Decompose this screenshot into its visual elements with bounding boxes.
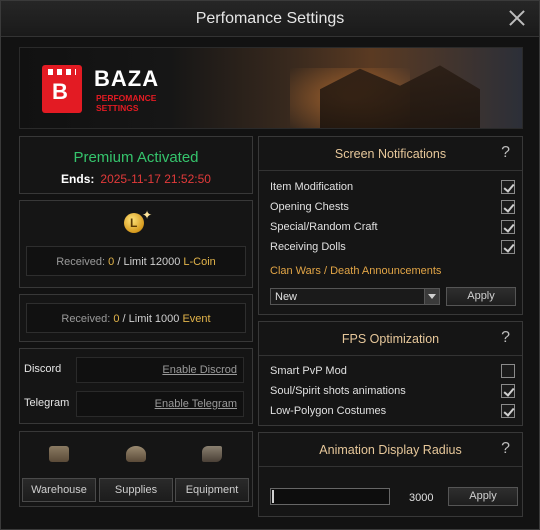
supplies-icon: [126, 446, 146, 462]
event-received: Received: 0 / Limit 1000 Event: [26, 303, 246, 333]
low-polygon-checkbox[interactable]: [501, 404, 515, 418]
option-label: Smart PvP Mod: [270, 365, 347, 377]
option-label: Item Modification: [270, 181, 354, 193]
chevron-down-icon[interactable]: [424, 289, 439, 304]
telegram-box: Enable Telegram: [76, 391, 244, 417]
section-title: FPS Optimization: [341, 332, 440, 346]
warehouse-item: Warehouse: [22, 438, 96, 504]
close-icon[interactable]: [507, 8, 527, 28]
logo-icon: B: [42, 65, 82, 113]
equipment-button[interactable]: Equipment: [175, 478, 249, 502]
fps-optimization-panel: FPS Optimization ? Smart PvP Mod Soul/Sp…: [258, 321, 523, 426]
discord-row: Discord Enable Discrod: [20, 354, 252, 384]
event-panel: Received: 0 / Limit 1000 Event: [19, 294, 253, 342]
warehouse-button[interactable]: Warehouse: [22, 478, 96, 502]
section-header: FPS Optimization ?: [259, 322, 522, 356]
slider-thumb[interactable]: [272, 490, 274, 503]
premium-panel: Premium Activated Ends: 2025-11-17 21:52:…: [19, 136, 253, 194]
telegram-label: Telegram: [24, 397, 70, 409]
limit-text: / Limit 1000: [119, 313, 183, 325]
option-label: Opening Chests: [270, 201, 349, 213]
telegram-row: Telegram Enable Telegram: [20, 388, 252, 418]
apply-button[interactable]: Apply: [448, 487, 518, 506]
animation-radius-panel: Animation Display Radius ? 3000 Apply: [258, 432, 523, 517]
clan-wars-label: Clan Wars / Death Announcements: [270, 265, 442, 277]
l-coin-icon: L: [124, 213, 144, 233]
lcoin-panel: L ✦ Received: 0 / Limit 12000 L-Coin: [19, 200, 253, 288]
premium-ends: Ends: 2025-11-17 21:52:50: [20, 172, 252, 186]
premium-status: Premium Activated: [73, 149, 199, 166]
select-value: New: [275, 291, 298, 303]
settings-window: Perfomance Settings B BAZA PERFOMANCE SE…: [0, 0, 540, 530]
apply-button[interactable]: Apply: [446, 287, 516, 306]
received-label: Received:: [61, 313, 111, 325]
sparkle-icon: ✦: [142, 208, 153, 222]
section-title: Animation Display Radius: [319, 443, 462, 457]
received-label: Received:: [56, 256, 106, 268]
shots-animations-checkbox[interactable]: [501, 384, 515, 398]
equipment-item: Equipment: [175, 438, 249, 504]
limit-text: / Limit 12000: [114, 256, 184, 268]
social-panel: Discord Enable Discrod Telegram Enable T…: [19, 348, 253, 424]
smart-pvp-checkbox[interactable]: [501, 364, 515, 378]
section-header: Animation Display Radius ?: [259, 433, 522, 467]
lcoin-received: Received: 0 / Limit 12000 L-Coin: [26, 246, 246, 276]
radius-value: 3000: [409, 492, 434, 504]
equipment-icon: [202, 446, 222, 462]
ends-value: 2025-11-17 21:52:50: [100, 172, 211, 186]
logo-letter: B: [52, 79, 68, 104]
enable-telegram-link[interactable]: Enable Telegram: [155, 398, 237, 410]
option-row: Smart PvP Mod: [270, 363, 515, 381]
receiving-dolls-checkbox[interactable]: [501, 240, 515, 254]
opening-chests-checkbox[interactable]: [501, 200, 515, 214]
discord-label: Discord: [24, 363, 62, 375]
currency-unit: L-Coin: [183, 256, 216, 268]
help-icon[interactable]: ?: [501, 144, 510, 162]
section-title: Screen Notifications: [334, 147, 447, 161]
help-icon[interactable]: ?: [501, 440, 510, 458]
option-row: Soul/Spirit shots animations: [270, 383, 515, 401]
discord-box: Enable Discrod: [76, 357, 244, 383]
option-label: Special/Random Craft: [270, 221, 378, 233]
option-label: Soul/Spirit shots animations: [270, 385, 406, 397]
announcement-select[interactable]: New: [270, 288, 440, 305]
option-row: Low-Polygon Costumes: [270, 403, 515, 421]
brand-name: BAZA: [94, 66, 160, 91]
banner: B BAZA PERFOMANCE SETTINGS: [19, 47, 523, 129]
storage-panel: Warehouse Supplies Equipment: [19, 431, 253, 507]
window-title: Perfomance Settings: [195, 10, 345, 27]
option-row: Item Modification: [270, 179, 515, 197]
enable-discord-link[interactable]: Enable Discrod: [162, 364, 237, 376]
option-row: Receiving Dolls: [270, 239, 515, 257]
option-row: Opening Chests: [270, 199, 515, 217]
warehouse-icon: [49, 446, 69, 462]
section-header: Screen Notifications ?: [259, 137, 522, 171]
special-craft-checkbox[interactable]: [501, 220, 515, 234]
option-label: Low-Polygon Costumes: [270, 405, 387, 417]
brand-subtitle: PERFOMANCE SETTINGS: [96, 93, 157, 113]
supplies-item: Supplies: [99, 438, 173, 504]
supplies-button[interactable]: Supplies: [99, 478, 173, 502]
screen-notifications-panel: Screen Notifications ? Item Modification…: [258, 136, 523, 315]
option-row: Special/Random Craft: [270, 219, 515, 237]
item-modification-checkbox[interactable]: [501, 180, 515, 194]
radius-slider[interactable]: [270, 488, 390, 505]
ends-label: Ends:: [61, 172, 95, 186]
help-icon[interactable]: ?: [501, 329, 510, 347]
option-label: Receiving Dolls: [270, 241, 346, 253]
currency-unit: Event: [182, 313, 211, 325]
title-bar: Perfomance Settings: [1, 1, 539, 37]
